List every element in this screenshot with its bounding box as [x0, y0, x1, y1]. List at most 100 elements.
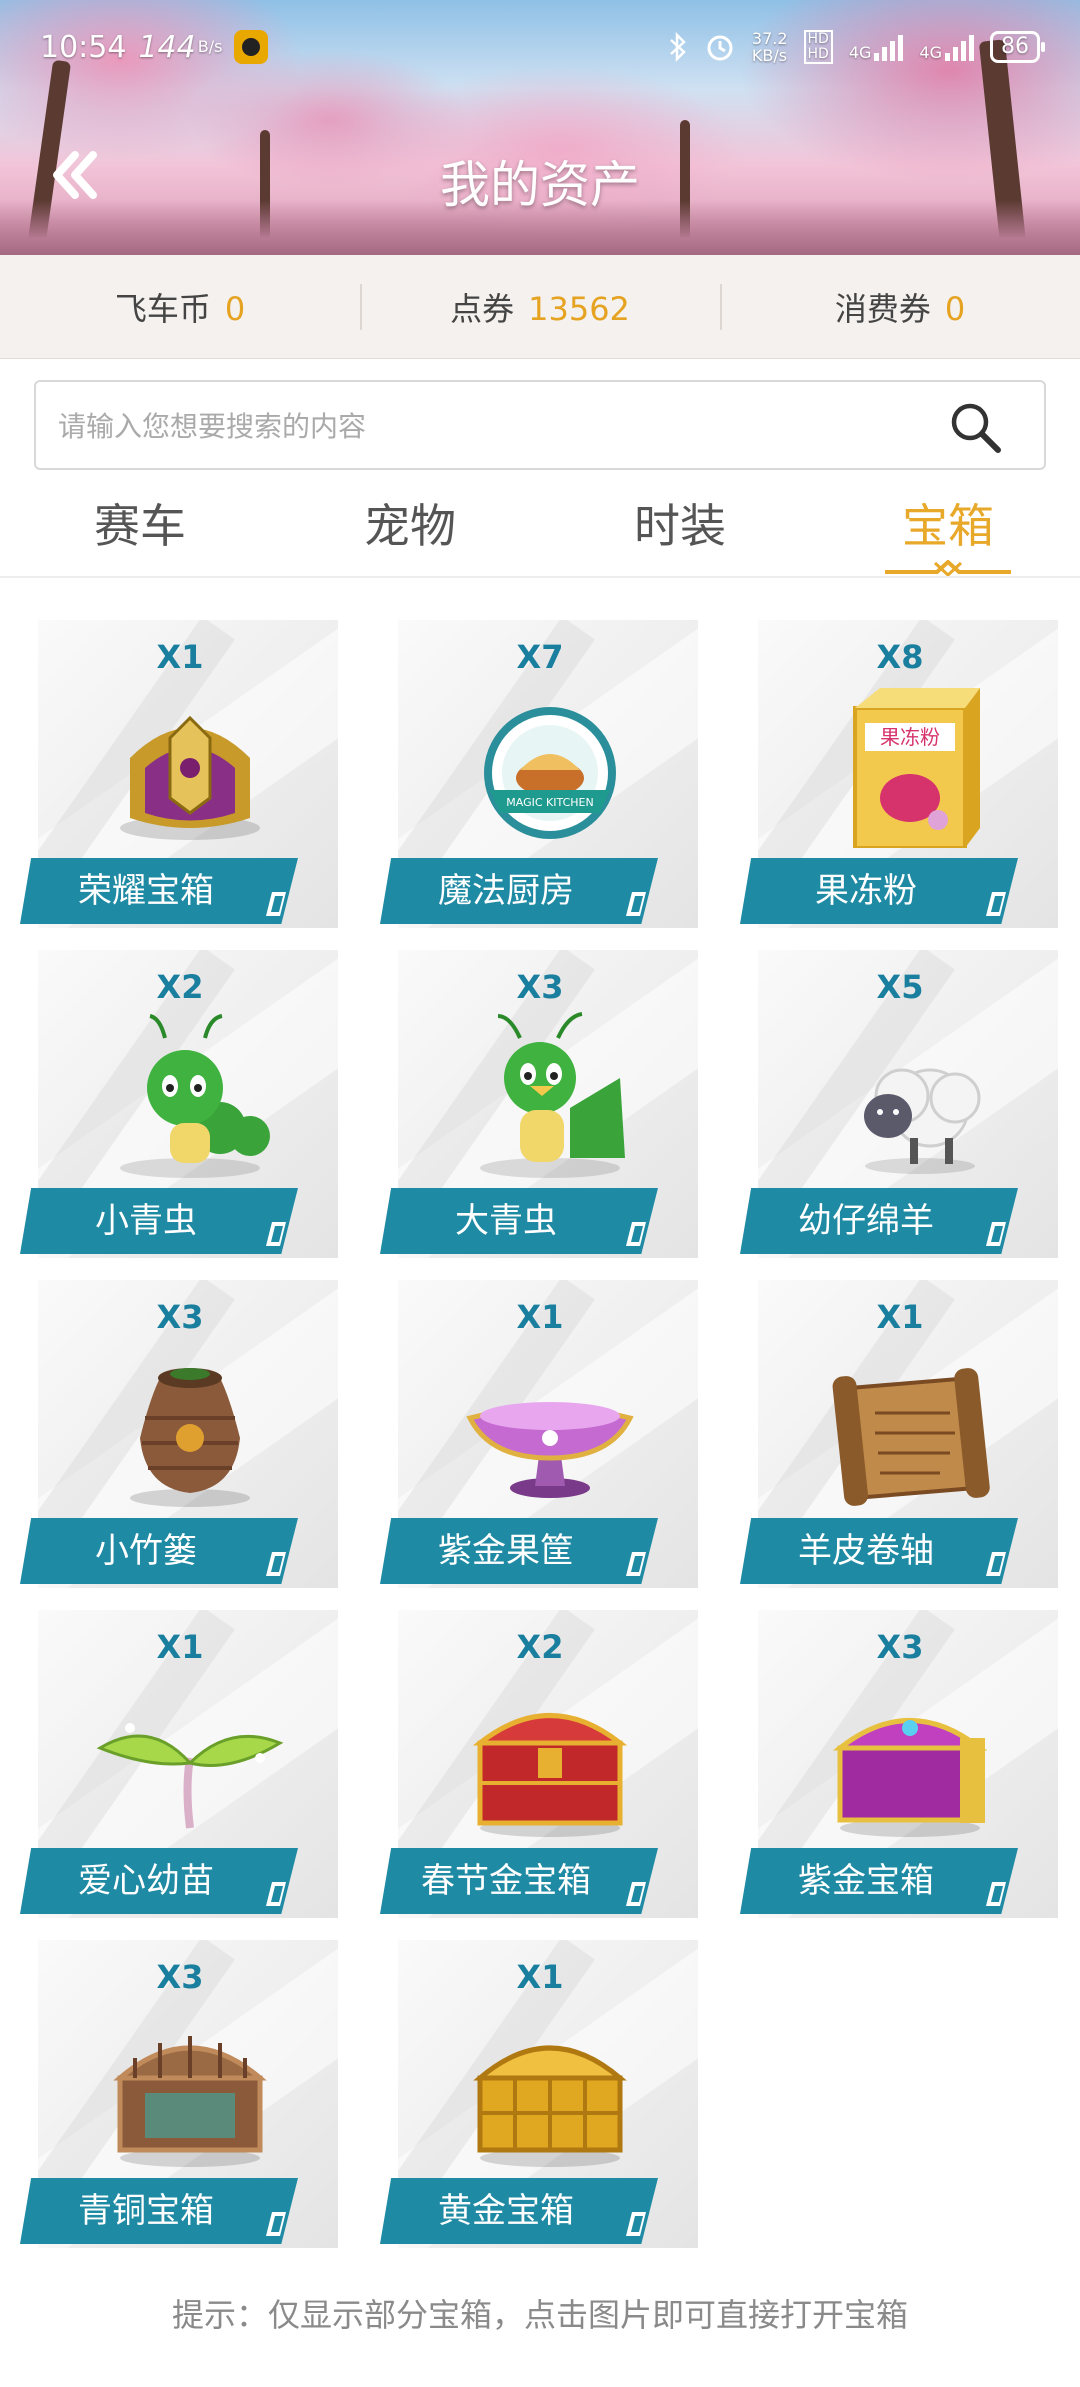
alarm-icon: [707, 35, 733, 61]
item-card[interactable]: X3 小竹篓: [20, 1280, 340, 1592]
item-card[interactable]: X1 荣耀宝箱: [20, 620, 340, 932]
corner-flag-icon: [986, 1552, 1006, 1576]
balance-value: 13562: [528, 289, 630, 328]
search-box: [34, 380, 1046, 470]
network-type-1: 4G: [848, 43, 872, 62]
corner-flag-icon: [986, 1882, 1006, 1906]
search-icon[interactable]: [948, 400, 1002, 454]
item-name: 小竹篓: [20, 1518, 298, 1584]
corner-flag-icon: [626, 1882, 646, 1906]
purple-gold-fruit-bowl-icon[interactable]: [450, 1338, 650, 1508]
lamb-icon[interactable]: [810, 1008, 1010, 1178]
item-name: 小青虫: [20, 1188, 298, 1254]
net-speed-unit: KB/s: [751, 46, 788, 65]
tab-chests[interactable]: 宝箱: [848, 490, 1048, 556]
balance-value: 0: [944, 289, 966, 328]
item-card[interactable]: X3 紫金宝箱: [740, 1610, 1060, 1922]
tab-cars[interactable]: 赛车: [40, 490, 240, 556]
battery-icon: 86: [990, 31, 1045, 63]
corner-flag-icon: [626, 1552, 646, 1576]
item-card[interactable]: X1 羊皮卷轴: [740, 1280, 1060, 1592]
item-card[interactable]: X5 幼仔绵羊: [740, 950, 1060, 1262]
bluetooth-icon: [670, 32, 686, 62]
item-name: 青铜宝箱: [20, 2178, 298, 2244]
magic-kitchen-icon[interactable]: MAGIC KITCHEN: [450, 678, 650, 848]
item-quantity: X3: [156, 1298, 204, 1336]
glory-chest-icon[interactable]: [90, 678, 290, 848]
balance-label: 点券: [450, 289, 515, 328]
balance-bar: 飞车币 0 点券 13562 消费券 0: [0, 255, 1080, 359]
app-notification-icon: [234, 30, 269, 64]
net-speed-value: 37.2: [751, 29, 788, 48]
balance-label: 消费券: [834, 289, 931, 328]
item-card[interactable]: X2 小青虫: [20, 950, 340, 1262]
corner-flag-icon: [626, 2212, 646, 2236]
corner-flag-icon: [626, 892, 646, 916]
corner-flag-icon: [266, 1552, 286, 1576]
corner-flag-icon: [266, 1222, 286, 1246]
svg-text:MAGIC KITCHEN: MAGIC KITCHEN: [506, 796, 593, 809]
item-name: 紫金宝箱: [740, 1848, 1018, 1914]
bronze-chest-icon[interactable]: [90, 1998, 290, 2168]
corner-flag-icon: [266, 1882, 286, 1906]
item-name: 羊皮卷轴: [740, 1518, 1018, 1584]
network-type-2: 4G: [919, 43, 942, 62]
battery-level: 86: [1001, 34, 1029, 59]
tab-fashion[interactable]: 时装: [580, 490, 780, 556]
hint-text: 提示：仅显示部分宝箱，点击图片即可直接打开宝箱: [171, 2296, 908, 2334]
item-quantity: X1: [876, 1298, 924, 1336]
clock: 10:54: [40, 29, 127, 65]
gold-chest-icon[interactable]: [450, 1998, 650, 2168]
item-card[interactable]: X8 果冻粉 果冻粉: [740, 620, 1060, 932]
bamboo-basket-icon[interactable]: [90, 1338, 290, 1508]
item-card[interactable]: X1 紫金果筐: [380, 1280, 700, 1592]
category-tabs: 赛车 宠物 时装 宝箱: [0, 480, 1080, 578]
item-card[interactable]: X3 大青虫: [380, 950, 700, 1262]
item-quantity: X1: [516, 1298, 564, 1336]
balance-voucher: 消费券 0: [720, 283, 1080, 330]
item-name: 黄金宝箱: [380, 2178, 658, 2244]
item-quantity: X2: [156, 968, 204, 1006]
item-quantity: X7: [516, 638, 564, 676]
svg-text:果冻粉: 果冻粉: [880, 725, 940, 749]
signal-icon: [874, 33, 904, 61]
item-card[interactable]: X1 爱心幼苗: [20, 1610, 340, 1922]
hd-badge-1: HD: [807, 31, 829, 47]
spring-festival-chest-icon[interactable]: [450, 1668, 650, 1838]
search-input[interactable]: [56, 382, 940, 470]
tab-pets[interactable]: 宠物: [310, 490, 510, 556]
small-caterpillar-icon[interactable]: [90, 1008, 290, 1178]
balance-points: 点券 13562: [360, 283, 720, 330]
signal-icon: [945, 33, 974, 61]
item-name: 大青虫: [380, 1188, 658, 1254]
status-bar: 10:54 144 B/s 37.2 KB/s HD HD 4G 4G 86: [40, 22, 1045, 72]
item-name: 魔法厨房: [380, 858, 658, 924]
item-quantity: X3: [516, 968, 564, 1006]
item-card[interactable]: X3 青铜宝箱: [20, 1940, 340, 2252]
item-quantity: X3: [156, 1958, 204, 1996]
item-name: 爱心幼苗: [20, 1848, 298, 1914]
item-card[interactable]: X2 春节金宝箱: [380, 1610, 700, 1922]
item-card[interactable]: X7 MAGIC KITCHEN 魔法厨房: [380, 620, 700, 932]
purple-gold-chest-icon[interactable]: [810, 1668, 1010, 1838]
parchment-scroll-icon[interactable]: [810, 1338, 1010, 1508]
item-quantity: X1: [156, 1628, 204, 1666]
corner-flag-icon: [266, 892, 286, 916]
item-name: 幼仔绵羊: [740, 1188, 1018, 1254]
speed-unit: B/s: [197, 37, 223, 56]
corner-flag-icon: [986, 892, 1006, 916]
item-quantity: X5: [876, 968, 924, 1006]
item-name: 春节金宝箱: [380, 1848, 658, 1914]
speed-value: 144: [138, 29, 196, 65]
balance-label: 飞车币: [114, 289, 211, 328]
item-quantity: X1: [156, 638, 204, 676]
jelly-powder-icon[interactable]: 果冻粉: [810, 678, 1010, 848]
corner-flag-icon: [626, 1222, 646, 1246]
corner-flag-icon: [986, 1222, 1006, 1246]
page-title: 我的资产: [440, 156, 640, 214]
header: 10:54 144 B/s 37.2 KB/s HD HD 4G 4G 86 我…: [0, 0, 1080, 255]
active-tab-indicator: [885, 560, 1011, 576]
item-card[interactable]: X1 黄金宝箱: [380, 1940, 700, 2252]
big-caterpillar-icon[interactable]: [450, 1008, 650, 1178]
sprout-icon[interactable]: [90, 1668, 290, 1838]
